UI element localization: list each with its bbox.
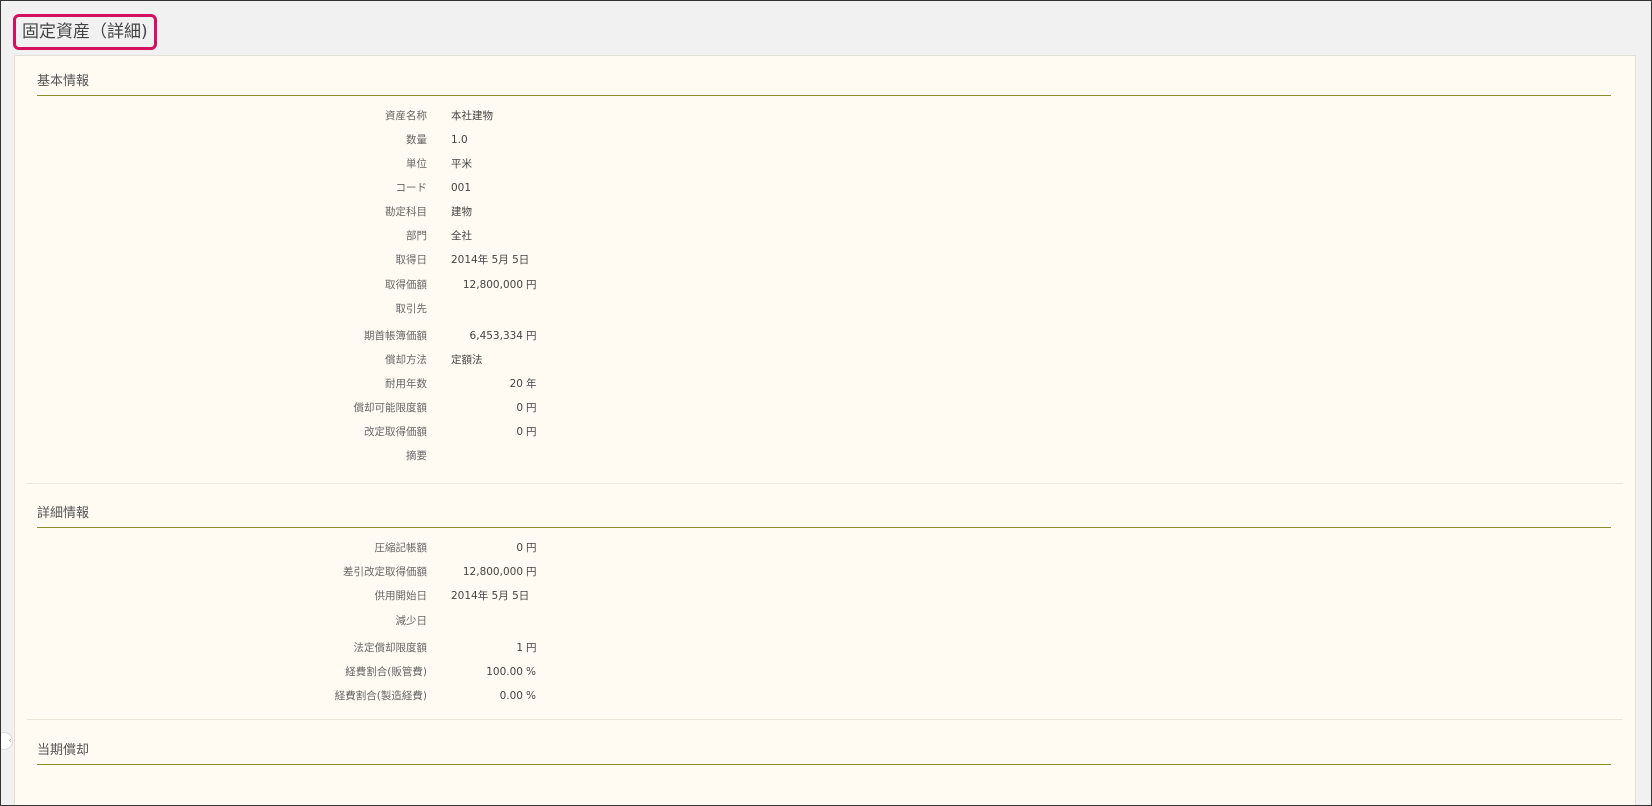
section-title-basic: 基本情報	[37, 70, 1611, 96]
field-label: 供用開始日	[374, 590, 428, 602]
field-value: 本社建物	[451, 110, 493, 122]
section-title-detail: 詳細情報	[37, 502, 1611, 528]
field-number: 0	[516, 426, 523, 438]
field-number: 0	[516, 542, 523, 554]
field-unit: 円	[526, 642, 537, 654]
field-unit: %	[526, 666, 536, 678]
field-row: 法定償却限度額 1 円	[15, 639, 615, 657]
field-row: 取得価額 12,800,000 円	[15, 276, 615, 294]
asset-detail-card: 基本情報 資産名称 本社建物 数量 1.0 単位 平米 コード 001 勘定科目 建物 部門 全社 取得…	[14, 55, 1636, 805]
field-row: 取引先	[15, 300, 615, 318]
field-value: 平米	[451, 158, 472, 170]
field-value: 建物	[451, 206, 472, 218]
field-row: 供用開始日 2014年 5月 5日	[15, 587, 615, 605]
field-number: 20	[509, 378, 523, 390]
field-row: 耐用年数 20 年	[15, 375, 615, 393]
field-row: 単位 平米	[15, 155, 615, 173]
field-row: 差引改定取得価額 12,800,000 円	[15, 563, 615, 581]
field-row: 期首帳簿価額 6,453,334 円	[15, 327, 615, 345]
field-label: 経費割合(製造経費)	[334, 690, 427, 702]
field-row: コード 001	[15, 179, 615, 197]
field-label: 数量	[406, 134, 427, 146]
field-label: 勘定科目	[385, 206, 427, 218]
field-row: 圧縮記帳額 0 円	[15, 539, 615, 557]
field-label: 圧縮記帳額	[374, 542, 428, 554]
field-row: 減少日	[15, 612, 615, 630]
field-unit: 円	[526, 426, 537, 438]
field-number: 1	[516, 642, 523, 654]
field-unit: %	[526, 690, 536, 702]
field-label: 部門	[406, 230, 427, 242]
field-row: 償却方法 定額法	[15, 351, 615, 369]
section-divider	[27, 483, 1623, 484]
field-label: 耐用年数	[385, 378, 427, 390]
field-label: 経費割合(販管費)	[345, 666, 427, 678]
section-title-current: 当期償却	[37, 739, 1611, 765]
field-row: 数量 1.0	[15, 131, 615, 149]
field-label: 期首帳簿価額	[364, 330, 427, 342]
field-number: 12,800,000	[462, 566, 523, 578]
field-row: 取得日 2014年 5月 5日	[15, 251, 615, 269]
field-label: 改定取得価額	[364, 426, 427, 438]
field-value: 定額法	[451, 354, 483, 366]
field-label: 単位	[406, 158, 427, 170]
field-row: 資産名称 本社建物	[15, 107, 615, 125]
field-label: 資産名称	[385, 110, 427, 122]
field-number: 12,800,000	[462, 279, 523, 291]
field-number: 0	[516, 402, 523, 414]
field-number: 100.00	[486, 666, 523, 678]
field-row: 部門 全社	[15, 227, 615, 245]
field-label: 摘要	[406, 450, 427, 462]
field-label: 差引改定取得価額	[343, 566, 427, 578]
field-row: 償却可能限度額 0 円	[15, 399, 615, 417]
page-title: 固定資産（詳細)	[13, 14, 157, 50]
field-number: 6,453,334	[469, 330, 523, 342]
field-label: 取得日	[395, 254, 428, 266]
field-label: 取引先	[395, 303, 428, 315]
sidebar-collapse-handle[interactable]: ‹	[1, 732, 13, 750]
section-divider	[27, 719, 1623, 720]
field-unit: 円	[526, 279, 537, 291]
field-unit: 円	[526, 566, 537, 578]
field-value: 全社	[451, 230, 472, 242]
field-label: 償却方法	[385, 354, 427, 366]
field-unit: 円	[526, 402, 537, 414]
field-label: 取得価額	[385, 279, 427, 291]
field-label: コード	[395, 182, 428, 194]
field-row: 経費割合(販管費) 100.00%	[15, 663, 615, 681]
field-value: 2014年 5月 5日	[451, 254, 530, 266]
field-label: 法定償却限度額	[353, 642, 428, 654]
field-value: 001	[451, 182, 472, 194]
field-row: 経費割合(製造経費) 0.00%	[15, 687, 615, 705]
field-number: 0.00	[499, 690, 523, 702]
field-label: 償却可能限度額	[353, 402, 428, 414]
field-label: 減少日	[395, 615, 428, 627]
field-unit: 年	[526, 378, 537, 390]
app-frame: 固定資産（詳細) 基本情報 資産名称 本社建物 数量 1.0 単位 平米 コード 001 勘定科…	[0, 0, 1652, 806]
field-row: 摘要	[15, 447, 615, 465]
field-row: 勘定科目 建物	[15, 203, 615, 221]
field-row: 改定取得価額 0 円	[15, 423, 615, 441]
field-unit: 円	[526, 542, 537, 554]
field-value: 2014年 5月 5日	[451, 590, 530, 602]
field-unit: 円	[526, 330, 537, 342]
field-value: 1.0	[451, 134, 468, 146]
